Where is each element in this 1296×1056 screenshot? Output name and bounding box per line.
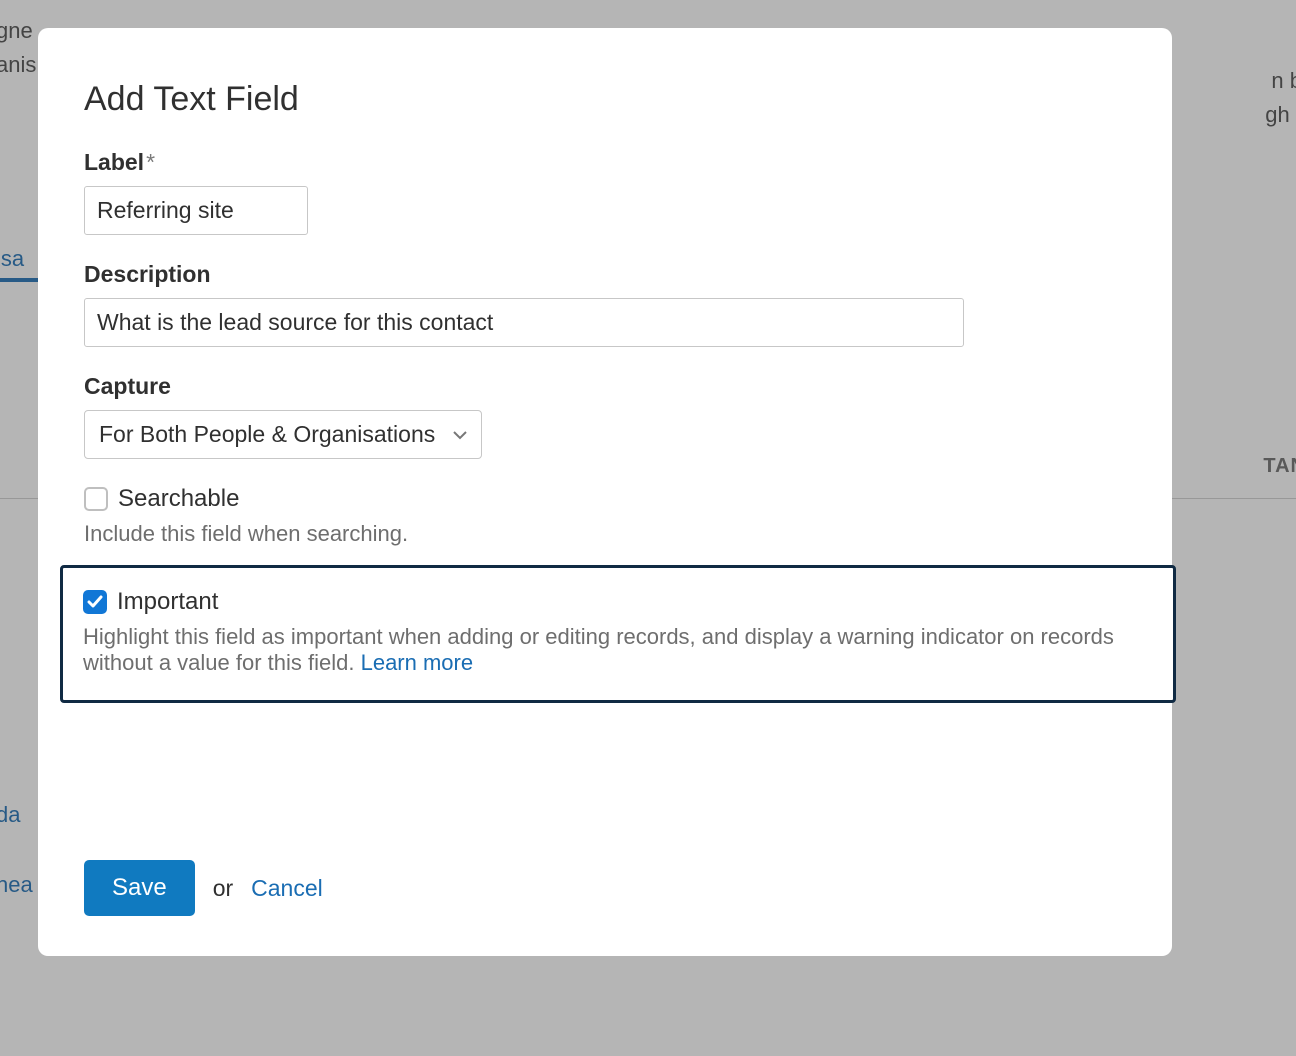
or-text: or — [213, 875, 233, 902]
capture-row: Capture For Both People & Organisations — [84, 373, 1126, 459]
label-row: Label* — [84, 149, 1126, 235]
capture-selected-value: For Both People & Organisations — [99, 421, 435, 448]
chevron-down-icon — [453, 430, 467, 440]
important-hint: Highlight this field as important when a… — [83, 624, 1153, 676]
label-input[interactable] — [84, 186, 308, 235]
important-section: Important Highlight this field as import… — [60, 565, 1176, 703]
save-button[interactable]: Save — [84, 860, 195, 916]
searchable-hint: Include this field when searching. — [84, 521, 1126, 547]
modal-title: Add Text Field — [84, 80, 1126, 119]
modal-footer: Save or Cancel — [84, 860, 323, 916]
label-text: Label — [84, 149, 144, 175]
searchable-label: Searchable — [118, 485, 239, 513]
description-row: Description — [84, 261, 1126, 347]
important-hint-text: Highlight this field as important when a… — [83, 624, 1114, 675]
label-field-label: Label* — [84, 149, 1126, 176]
required-mark: * — [146, 149, 155, 175]
searchable-row: Searchable Include this field when searc… — [84, 485, 1126, 547]
description-field-label: Description — [84, 261, 1126, 288]
learn-more-link[interactable]: Learn more — [361, 650, 474, 675]
searchable-checkbox[interactable] — [84, 487, 108, 511]
capture-select[interactable]: For Both People & Organisations — [84, 410, 482, 459]
important-checkbox[interactable] — [83, 590, 107, 614]
important-label: Important — [117, 588, 218, 616]
description-input[interactable] — [84, 298, 964, 347]
cancel-link[interactable]: Cancel — [251, 875, 323, 902]
capture-field-label: Capture — [84, 373, 1126, 400]
add-text-field-modal: Add Text Field Label* Description Captur… — [38, 28, 1172, 956]
